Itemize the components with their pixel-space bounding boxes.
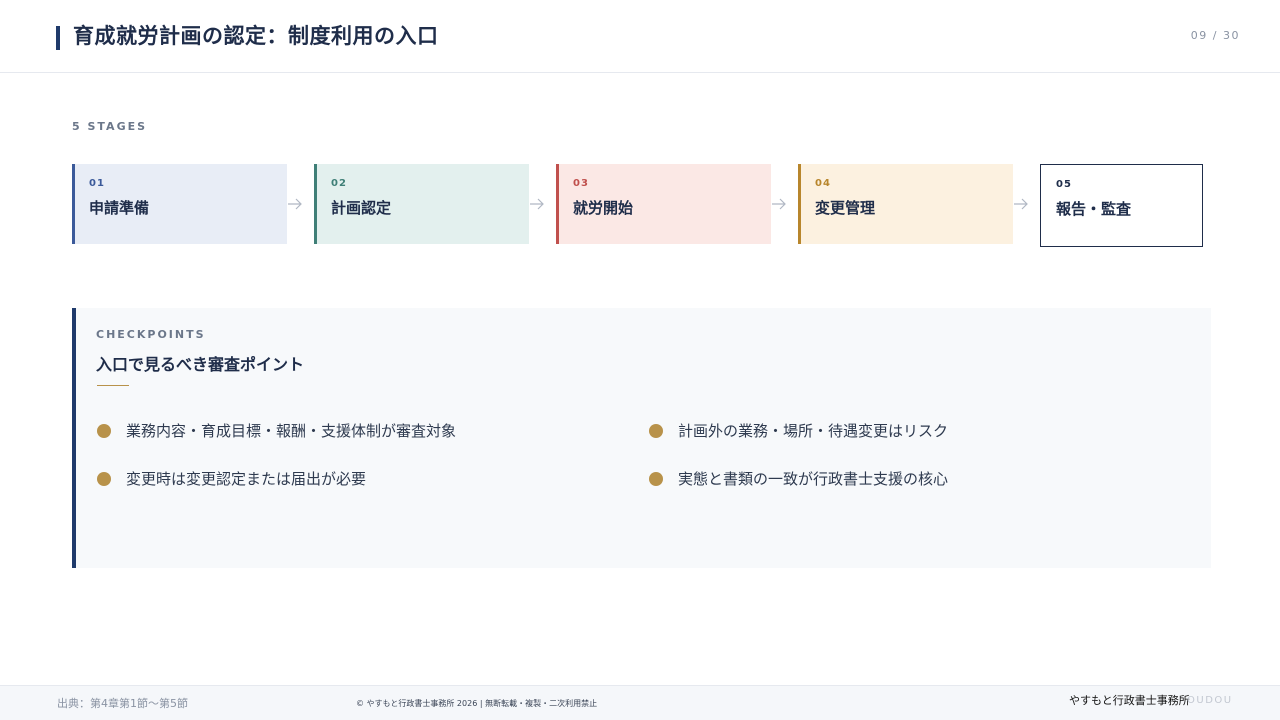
source-note: 出典：第4章第1節〜第5節 <box>57 697 188 710</box>
bullet-dot-icon <box>649 472 663 486</box>
brand-name: やすもと行政書士事務所 <box>1069 694 1190 707</box>
checkpoint-item: 業務内容・育成目標・報酬・支援体制が審査対象 <box>126 422 457 440</box>
stage-name: 変更管理 <box>815 199 876 217</box>
title-underline <box>97 385 129 386</box>
page-number: 09 / 30 <box>1190 29 1240 42</box>
stage-number: 02 <box>331 178 347 189</box>
copyright-notice: © やすもと行政書士事務所 2026 | 無断転載・複製・二次利用禁止 <box>356 699 598 708</box>
stage-name: 計画認定 <box>331 199 392 217</box>
stage-number: 01 <box>89 178 105 189</box>
stage-card-2: 02 計画認定 <box>314 164 529 244</box>
bullet-dot-icon <box>97 472 111 486</box>
stage-name: 就労開始 <box>573 199 634 217</box>
stages-label: 5 STAGES <box>72 120 148 133</box>
checkpoint-item: 実態と書類の一致が行政書士支援の核心 <box>678 470 949 488</box>
stage-card-4: 04 変更管理 <box>798 164 1013 244</box>
arrow-right-icon <box>772 198 786 210</box>
arrow-right-icon <box>530 198 544 210</box>
stage-card-1: 01 申請準備 <box>72 164 287 244</box>
stage-number: 04 <box>815 178 831 189</box>
bullet-dot-icon <box>649 424 663 438</box>
stage-card-5: 05 報告・監査 <box>1040 164 1203 247</box>
brand-wordmark: OUDOU <box>1187 695 1233 706</box>
stage-number: 03 <box>573 178 589 189</box>
stage-name: 報告・監査 <box>1056 200 1132 218</box>
stage-number: 05 <box>1056 179 1072 190</box>
checkpoints-label: CHECKPOINTS <box>96 328 206 341</box>
arrow-right-icon <box>1014 198 1028 210</box>
bullet-dot-icon <box>97 424 111 438</box>
checkpoint-item: 変更時は変更認定または届出が必要 <box>126 470 367 488</box>
arrow-right-icon <box>288 198 302 210</box>
title-accent-bar <box>56 26 60 50</box>
stage-card-3: 03 就労開始 <box>556 164 771 244</box>
stage-name: 申請準備 <box>89 199 150 217</box>
checkpoint-item: 計画外の業務・場所・待遇変更はリスク <box>678 422 949 440</box>
checkpoints-title: 入口で見るべき審査ポイント <box>96 355 305 374</box>
page-title: 育成就労計画の認定：制度利用の入口 <box>73 24 439 48</box>
